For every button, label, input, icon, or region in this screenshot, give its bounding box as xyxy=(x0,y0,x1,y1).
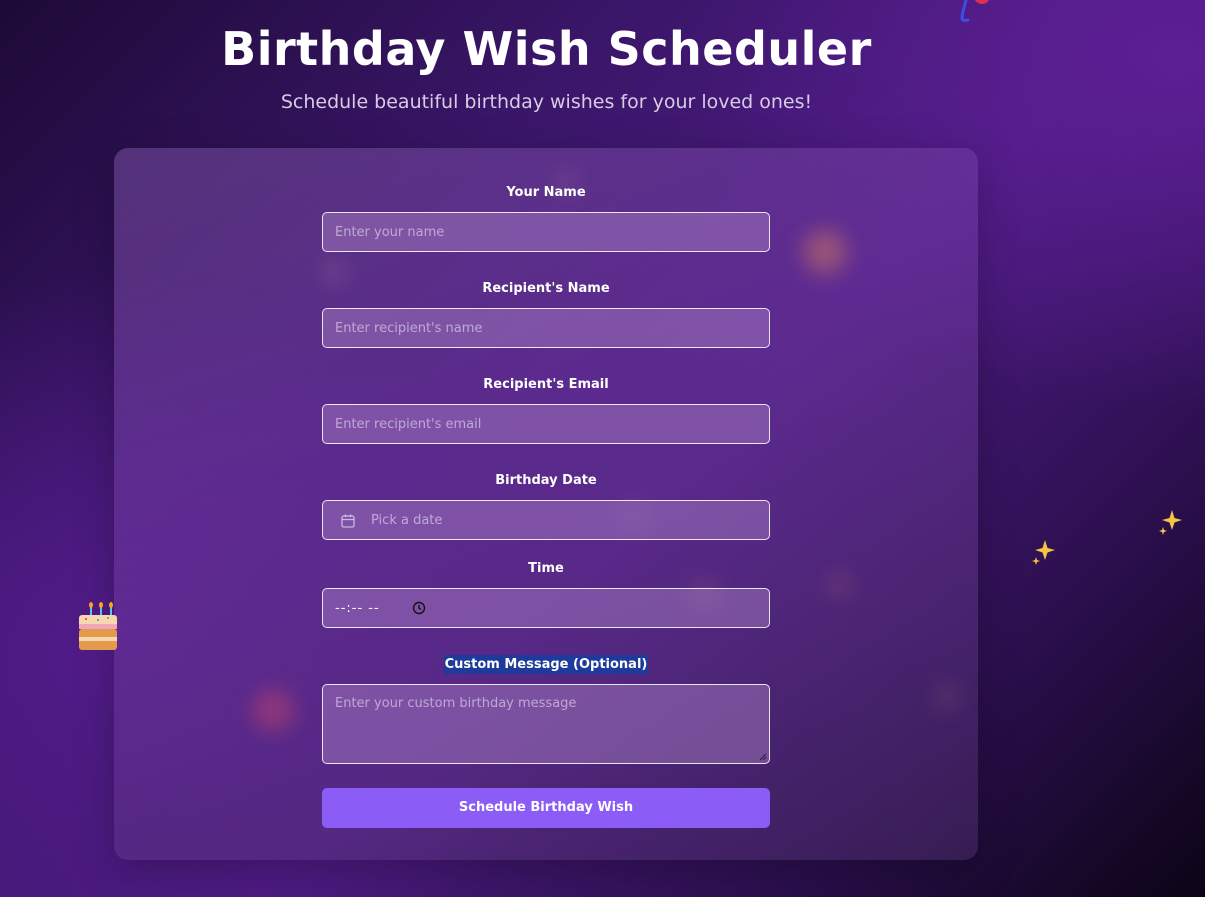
your-name-label: Your Name xyxy=(506,185,586,200)
your-name-input[interactable]: Enter your name xyxy=(322,212,770,252)
clock-icon[interactable] xyxy=(412,601,426,615)
custom-message-label: Custom Message (Optional) xyxy=(322,655,770,674)
recipient-email-placeholder: Enter recipient's email xyxy=(335,417,482,432)
custom-message-placeholder: Enter your custom birthday message xyxy=(335,696,577,711)
page-title: Birthday Wish Scheduler xyxy=(221,22,872,76)
recipient-email-label: Recipient's Email xyxy=(483,377,609,392)
form-card: Your Name Enter your name Recipient's Na… xyxy=(114,148,978,860)
page-subtitle: Schedule beautiful birthday wishes for y… xyxy=(280,91,813,113)
time-label: Time xyxy=(528,561,564,576)
recipient-email-input[interactable]: Enter recipient's email xyxy=(322,404,770,444)
recipient-name-input[interactable]: Enter recipient's name xyxy=(322,308,770,348)
custom-message-label-text: Custom Message (Optional) xyxy=(443,655,649,674)
schedule-wish-button[interactable]: Schedule Birthday Wish xyxy=(322,788,770,828)
cake-emoji xyxy=(79,602,117,650)
time-input[interactable]: --:-- -- xyxy=(322,588,770,628)
sparkle-emoji xyxy=(1159,510,1182,535)
your-name-placeholder: Enter your name xyxy=(335,225,445,240)
calendar-icon xyxy=(341,514,355,528)
time-value: --:-- -- xyxy=(335,601,380,616)
custom-message-textarea[interactable]: Enter your custom birthday message xyxy=(322,684,770,764)
resize-handle-icon[interactable] xyxy=(759,753,767,761)
birthday-date-picker[interactable]: Pick a date xyxy=(322,500,770,540)
birthday-date-placeholder: Pick a date xyxy=(371,513,443,528)
page: { "header": { "title": "Birthday Wish Sc… xyxy=(0,0,1205,897)
balloon-emoji xyxy=(960,0,989,22)
sparkle-emoji xyxy=(1032,540,1055,565)
recipient-name-placeholder: Enter recipient's name xyxy=(335,321,483,336)
birthday-date-label: Birthday Date xyxy=(495,473,597,488)
recipient-name-label: Recipient's Name xyxy=(482,281,610,296)
